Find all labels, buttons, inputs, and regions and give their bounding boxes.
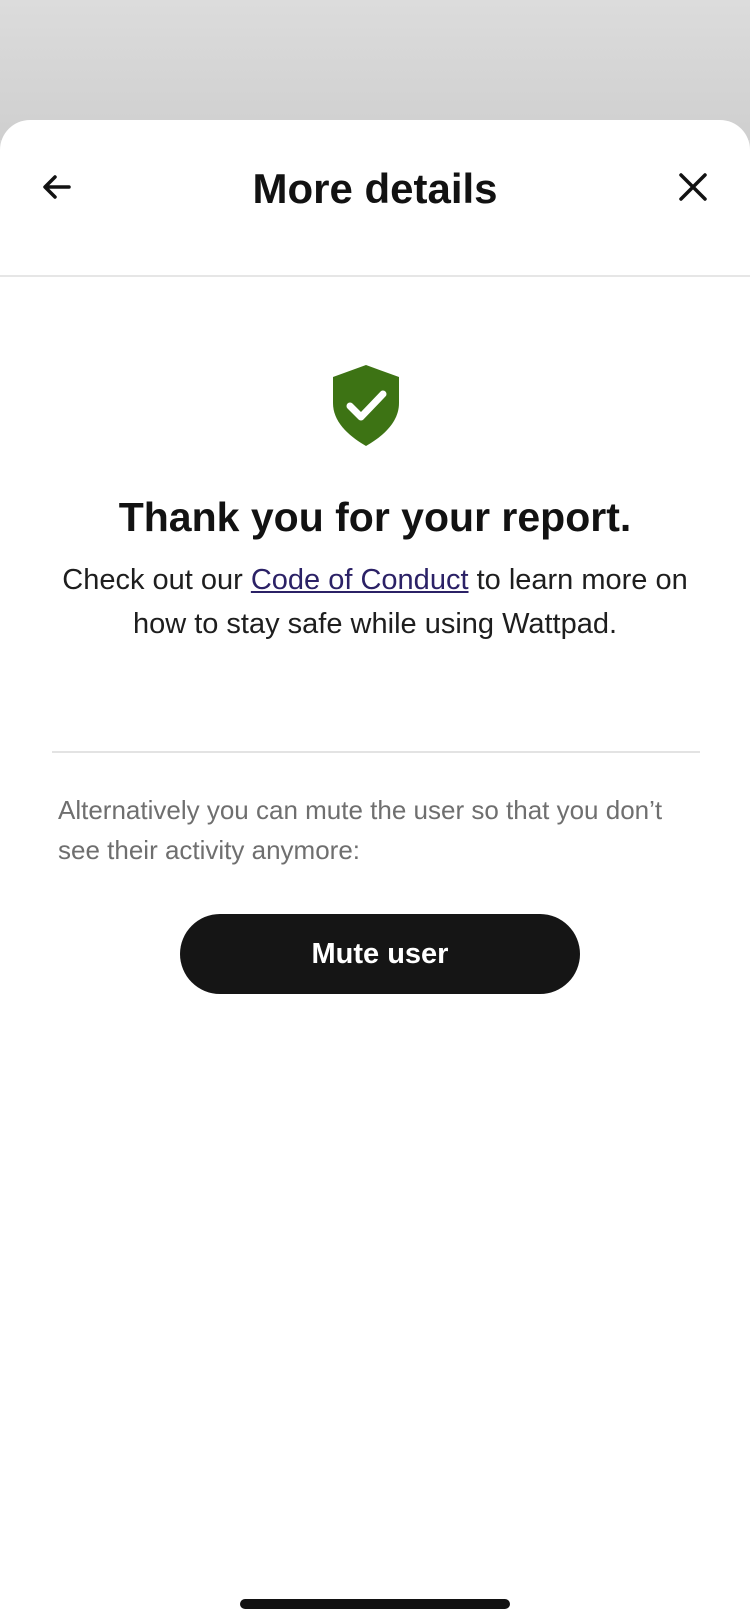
mute-user-button[interactable]: Mute user — [180, 914, 580, 994]
arrow-left-icon — [43, 175, 71, 199]
code-of-conduct-text: Check out our Code of Conduct to learn m… — [50, 558, 700, 646]
code-of-conduct-link[interactable]: Code of Conduct — [251, 564, 469, 596]
report-details-sheet: More details Thank you for your report. … — [0, 120, 750, 1624]
page-title: More details — [252, 165, 498, 212]
shield-check-icon — [333, 365, 399, 446]
back-button[interactable] — [30, 160, 84, 214]
sheet-header: More details — [0, 120, 750, 277]
close-icon — [679, 173, 707, 201]
mute-description: Alternatively you can mute the user so t… — [58, 795, 663, 865]
home-indicator — [240, 1599, 510, 1609]
section-divider — [52, 751, 700, 753]
close-button[interactable] — [666, 160, 720, 214]
confirmation-heading: Thank you for your report. — [118, 494, 632, 540]
dimmed-backdrop — [0, 0, 750, 140]
body-text-start: Check out our — [62, 564, 251, 596]
